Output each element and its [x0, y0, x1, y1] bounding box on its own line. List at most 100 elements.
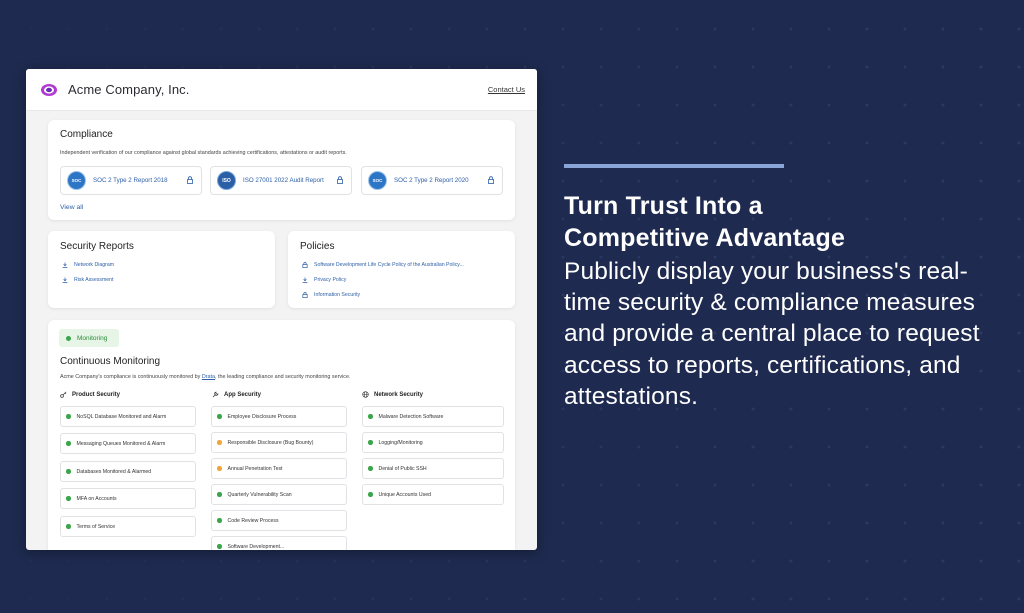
lock-icon: [488, 176, 494, 184]
monitor-item[interactable]: Annual Penetration Test: [211, 458, 347, 479]
status-dot-green: [217, 518, 222, 523]
status-dot-green: [368, 440, 373, 445]
top-bar: Acme Company, Inc. Contact Us: [26, 69, 537, 111]
status-dot-green: [66, 441, 71, 446]
monitor-item[interactable]: Denial of Public SSH: [362, 458, 504, 479]
monitor-item-label: Terms of Service: [76, 523, 116, 530]
status-dot-green: [217, 544, 222, 549]
policies-title: Policies: [300, 241, 335, 252]
lock-icon: [302, 292, 308, 298]
monitor-item-label: Logging/Monitoring: [378, 439, 423, 446]
policy-item-infosec[interactable]: Information Security: [302, 292, 360, 298]
lock-icon: [337, 176, 343, 184]
hero-title-line-2: Competitive Advantage: [564, 224, 846, 252]
monitor-item-label: Employee Disclosure Process: [227, 413, 297, 420]
monitor-item[interactable]: Responsible Disclosure (Bug Bounty): [211, 432, 347, 453]
status-dot-green: [217, 492, 222, 497]
monitor-item[interactable]: Terms of Service: [60, 516, 196, 537]
cert-label: ISO 27001 2022 Audit Report: [243, 177, 324, 184]
hero-title: Turn Trust Into a Competitive Advantage: [564, 190, 1004, 254]
download-icon: [302, 277, 308, 283]
monitoring-title: Continuous Monitoring: [60, 356, 161, 367]
hero-title-line-1: Turn Trust Into a: [564, 192, 763, 220]
policy-link: Information Security: [314, 292, 361, 298]
compliance-title: Compliance: [60, 129, 113, 140]
status-dot: [66, 335, 71, 341]
monitor-item-label: MFA on Accounts: [76, 495, 117, 502]
column-title: Product Security: [72, 391, 121, 398]
monitor-item[interactable]: Quarterly Vulnerability Scan: [211, 484, 347, 505]
product-security-header: Product Security: [60, 391, 120, 398]
contact-us-link[interactable]: Contact Us: [488, 85, 525, 94]
monitor-item[interactable]: NoSQL Database Monitored and Alarm: [60, 406, 196, 427]
monitor-item-label: Malware Detection Software: [378, 413, 444, 420]
monitor-item[interactable]: Employee Disclosure Process: [211, 406, 347, 427]
compliance-description: Independent verification of our complian…: [60, 150, 347, 156]
policy-item-privacy[interactable]: Privacy Policy: [302, 277, 346, 283]
monitor-item-label: NoSQL Database Monitored and Alarm: [76, 413, 167, 420]
policies-panel: Policies Software Development Life Cycle…: [288, 231, 515, 308]
cert-card-iso27001[interactable]: ISO ISO 27001 2022 Audit Report: [210, 166, 352, 195]
monitor-item[interactable]: Malware Detection Software: [362, 406, 504, 427]
wrench-icon: [212, 391, 219, 398]
status-dot-orange: [217, 440, 222, 445]
soc-badge-icon: SOC: [67, 171, 86, 190]
monitor-item-label: Responsible Disclosure (Bug Bounty): [227, 439, 314, 446]
monitor-item-label: Denial of Public SSH: [378, 465, 427, 472]
policy-link: Software Development Life Cycle Policy o…: [314, 262, 464, 268]
monitoring-desc-suffix: , the leading compliance and security mo…: [215, 374, 351, 380]
compliance-panel: Compliance Independent verification of o…: [48, 120, 515, 220]
lock-icon: [187, 176, 193, 184]
lock-icon: [302, 262, 308, 268]
report-item-risk-assessment[interactable]: Risk Assessment: [62, 277, 114, 283]
hero-body: Publicly display your business's real-ti…: [564, 258, 980, 410]
monitor-item[interactable]: Databases Monitored & Alarmed: [60, 461, 196, 482]
monitoring-chip-label: Monitoring: [77, 334, 108, 342]
continuous-monitoring-panel: Monitoring Continuous Monitoring Acme Co…: [48, 320, 515, 550]
security-reports-title: Security Reports: [60, 241, 134, 252]
column-title: App Security: [224, 391, 262, 398]
monitor-item[interactable]: Logging/Monitoring: [362, 432, 504, 453]
cert-label: SOC 2 Type 2 Report 2018: [93, 177, 168, 184]
view-all-link[interactable]: View all: [60, 204, 83, 211]
security-reports-panel: Security Reports Network Diagram Risk As…: [48, 231, 275, 308]
monitor-item-label: Messaging Queues Monitored & Alarm: [76, 440, 166, 447]
monitor-item[interactable]: Unique Accounts Used: [362, 484, 504, 505]
company-name: Acme Company, Inc.: [68, 82, 190, 97]
monitoring-description: Acme Company's compliance is continuousl…: [60, 374, 350, 380]
soc-badge-icon: SOC: [368, 171, 387, 190]
status-dot-green: [66, 469, 71, 474]
monitor-item-label: Databases Monitored & Alarmed: [76, 468, 152, 475]
report-link: Network Diagram: [74, 262, 115, 268]
monitoring-desc-prefix: Acme Company's compliance is continuousl…: [60, 374, 202, 380]
monitoring-status-chip: Monitoring: [59, 329, 119, 347]
monitor-item-label: Annual Penetration Test: [227, 465, 283, 472]
status-dot-green: [66, 414, 71, 419]
network-security-header: Network Security: [362, 391, 423, 398]
report-link: Risk Assessment: [74, 277, 114, 283]
monitor-item[interactable]: Software Development...: [211, 536, 347, 550]
company-logo-icon: [41, 83, 57, 96]
drata-link[interactable]: Drata: [202, 374, 215, 380]
policy-item-sdlc[interactable]: Software Development Life Cycle Policy o…: [302, 262, 464, 268]
monitor-item-label: Quarterly Vulnerability Scan: [227, 491, 292, 498]
app-security-header: App Security: [212, 391, 261, 398]
iso-badge-icon: ISO: [217, 171, 236, 190]
status-dot-green: [66, 524, 71, 529]
key-icon: [60, 391, 67, 398]
accent-bar: [564, 164, 784, 168]
monitor-item[interactable]: Messaging Queues Monitored & Alarm: [60, 433, 196, 454]
cert-card-soc2-2018[interactable]: SOC SOC 2 Type 2 Report 2018: [60, 166, 202, 195]
monitor-item[interactable]: MFA on Accounts: [60, 488, 196, 509]
policy-link: Privacy Policy: [314, 277, 347, 283]
report-item-network-diagram[interactable]: Network Diagram: [62, 262, 114, 268]
status-dot-green: [368, 492, 373, 497]
status-dot-green: [368, 414, 373, 419]
monitor-item-label: Software Development...: [227, 543, 285, 550]
status-dot-green: [66, 496, 71, 501]
column-title: Network Security: [374, 391, 424, 398]
monitor-item-label: Unique Accounts Used: [378, 491, 431, 498]
monitor-item[interactable]: Code Review Process: [211, 510, 347, 531]
cert-card-soc2-2020[interactable]: SOC SOC 2 Type 2 Report 2020: [361, 166, 503, 195]
download-icon: [62, 277, 68, 283]
